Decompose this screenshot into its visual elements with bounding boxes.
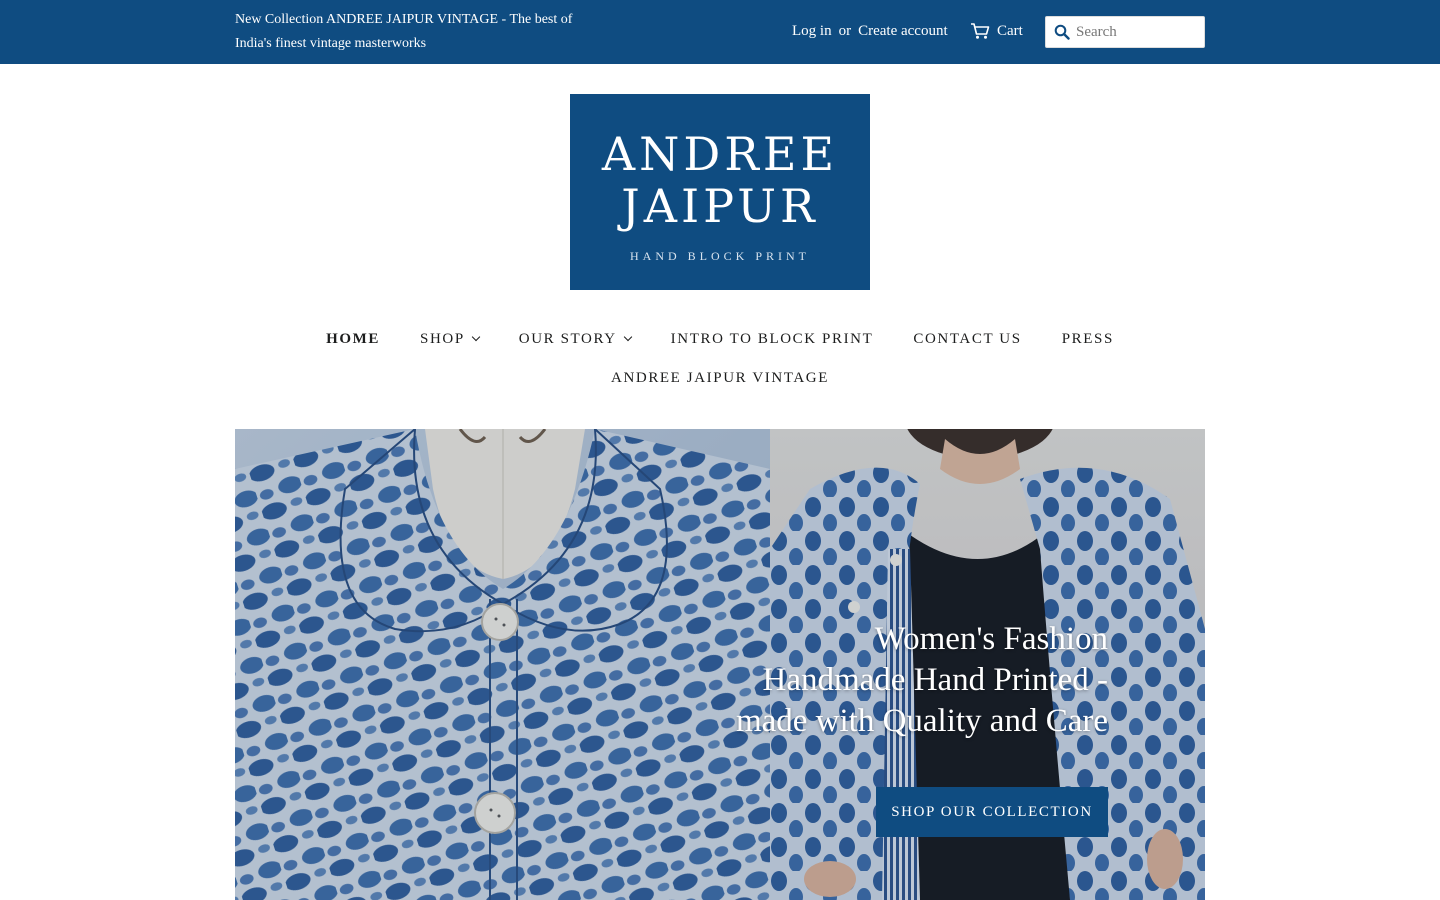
shop-our-collection-button[interactable]: SHOP OUR COLLECTION <box>876 787 1108 837</box>
hero-headline-line-3: made with Quality and Care <box>735 703 1108 739</box>
create-account-link[interactable]: Create account <box>858 23 948 39</box>
cart-icon <box>971 23 990 39</box>
hero-headline-line-1: Women's Fashion <box>874 621 1108 657</box>
hero-headline-line-2: Handmade Hand Printed - <box>762 662 1109 698</box>
account-links: Log in or Create account <box>792 20 948 42</box>
search-icon[interactable] <box>1054 24 1070 40</box>
cart-link[interactable]: Cart <box>970 20 1023 42</box>
logo-line-2: JAIPUR <box>621 179 819 233</box>
nav-item-label: HOME <box>326 330 381 347</box>
nav-row-2: ANDREE JAIPUR VINTAGE <box>0 365 1440 391</box>
hero-headline: Women's Fashion Handmade Hand Printed - … <box>736 619 1108 742</box>
nav-item-label: CONTACT US <box>913 330 1022 347</box>
nav-item-label: INTRO TO BLOCK PRINT <box>670 330 874 347</box>
hero-image-shirt-collar <box>235 429 770 900</box>
nav-item-intro-to-block-print[interactable]: INTRO TO BLOCK PRINT <box>671 331 874 348</box>
announcement-bar: New Collection ANDREE JAIPUR VINTAGE - T… <box>0 0 1440 64</box>
or-separator: or <box>838 23 852 39</box>
nav-item-our-story[interactable]: OUR STORY <box>518 330 632 348</box>
nav-row-1: HOME SHOP OUR STORY INTRO TO BLOCK PRINT… <box>0 326 1440 352</box>
nav-item-home[interactable]: HOME <box>326 331 380 348</box>
chevron-down-icon <box>623 332 632 342</box>
nav-item-press[interactable]: PRESS <box>1062 331 1114 348</box>
main-navigation: HOME SHOP OUR STORY INTRO TO BLOCK PRINT… <box>0 326 1440 391</box>
nav-item-contact-us[interactable]: CONTACT US <box>913 331 1021 348</box>
search-input[interactable] <box>1076 21 1200 43</box>
logo-line-1: ANDREE <box>601 127 839 181</box>
search-box <box>1045 16 1205 48</box>
nav-item-andree-jaipur-vintage[interactable]: ANDREE JAIPUR VINTAGE <box>611 370 829 387</box>
logo-tagline: HAND BLOCK PRINT <box>629 249 810 263</box>
site-logo[interactable]: ANDREE JAIPUR HAND BLOCK PRINT <box>570 94 870 290</box>
chevron-down-icon <box>471 332 481 342</box>
announcement-text[interactable]: New Collection ANDREE JAIPUR VINTAGE - T… <box>235 8 575 56</box>
nav-item-label: PRESS <box>1061 330 1114 347</box>
login-link[interactable]: Log in <box>792 23 832 39</box>
nav-item-label: OUR STORY <box>518 330 617 347</box>
cart-label: Cart <box>997 22 1023 39</box>
nav-item-shop[interactable]: SHOP <box>420 330 481 348</box>
hero-banner: Women's Fashion Handmade Hand Printed - … <box>235 429 1205 900</box>
nav-item-label: SHOP <box>420 330 465 347</box>
nav-item-label: ANDREE JAIPUR VINTAGE <box>611 369 829 386</box>
